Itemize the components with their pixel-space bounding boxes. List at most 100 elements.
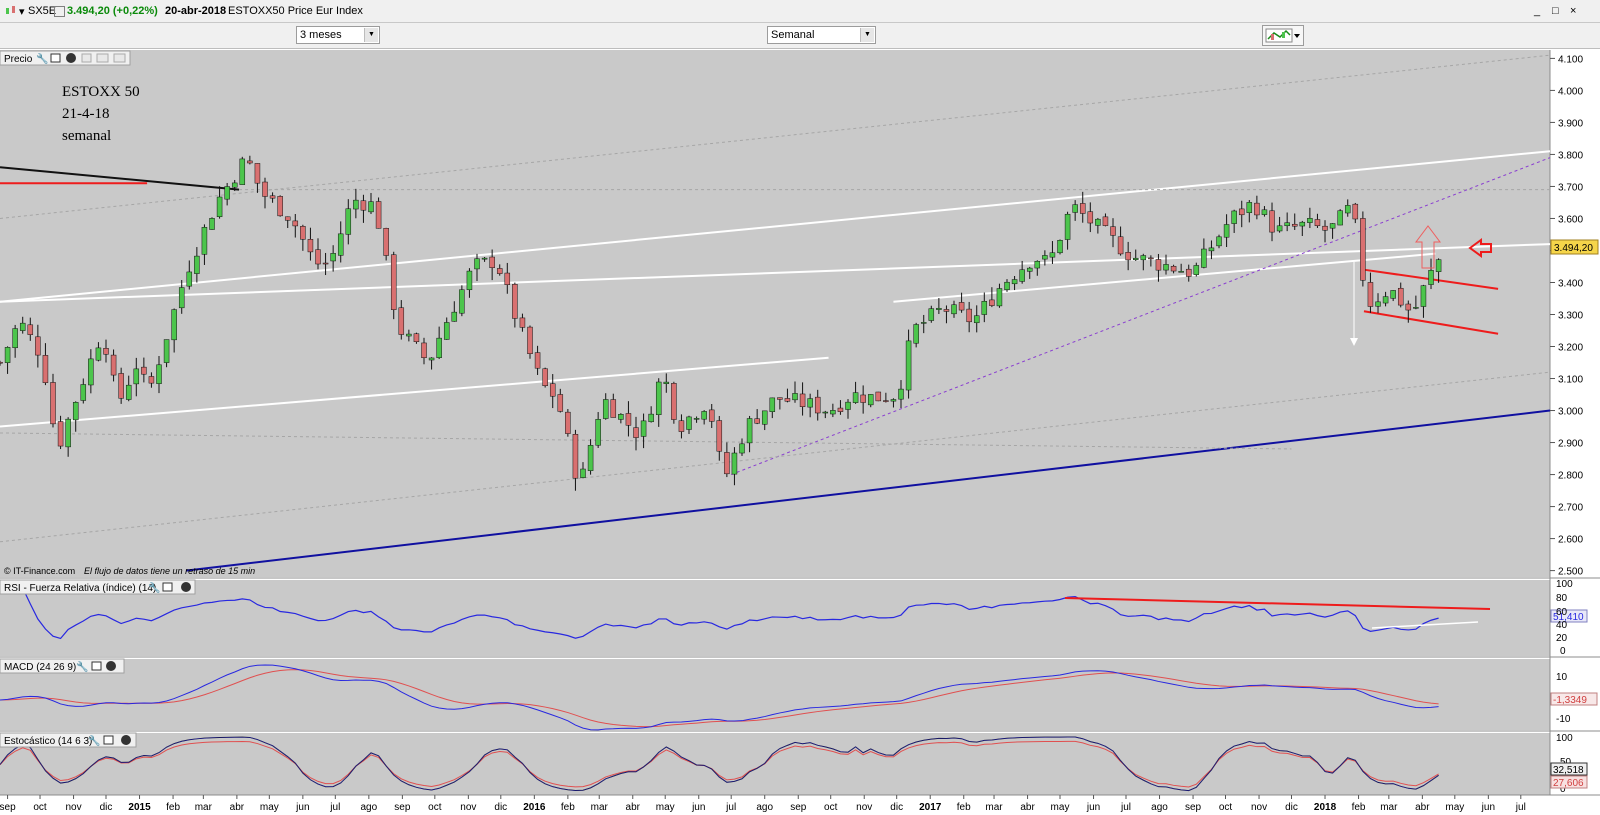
candle-body [701, 411, 707, 420]
candle-body [1019, 269, 1025, 282]
candle-body [12, 328, 18, 349]
candle-body [254, 163, 261, 184]
stoch-panel-bg [0, 733, 1550, 795]
y-tick-label: 3.600 [1558, 214, 1583, 225]
candle-body [519, 317, 526, 328]
candle-body [0, 361, 3, 364]
x-tick-label: 2016 [523, 802, 546, 813]
close-icon[interactable] [121, 735, 131, 745]
window-icon[interactable] [50, 53, 61, 63]
wrench-icon[interactable]: 🔧 [36, 52, 48, 65]
candle-body [178, 287, 185, 309]
candle-body [663, 381, 670, 384]
candle-body [95, 347, 102, 361]
candle-body [57, 421, 64, 447]
rsi-tick: 20 [1556, 633, 1568, 644]
y-tick-label: 3.900 [1558, 118, 1583, 129]
candle-body [527, 326, 533, 355]
candle-body [163, 339, 170, 363]
x-tick-label: may [1051, 802, 1070, 813]
candle-body [814, 396, 821, 414]
y-tick-label: 3.100 [1558, 375, 1583, 386]
x-tick-label: ago [360, 802, 377, 813]
candle-body [1329, 223, 1336, 229]
candle-body [1269, 210, 1275, 233]
candle-body [1246, 202, 1253, 213]
add-icon[interactable] [81, 53, 92, 63]
candle-body [4, 347, 11, 363]
candle-body [315, 249, 321, 265]
candle-body [156, 364, 162, 384]
candle-body [602, 399, 609, 419]
x-tick-label: feb [957, 802, 971, 813]
candle-body [19, 322, 26, 331]
candle-body [300, 226, 306, 240]
x-axis: sep oct nov dic 2015 feb mar abr may jun jul ago sep… [0, 795, 1526, 813]
candle-body [830, 410, 836, 415]
wrench-icon[interactable]: 🔧 [76, 660, 88, 673]
candle-body [1413, 307, 1419, 309]
wrench-icon[interactable]: 🔧 [148, 581, 160, 594]
candle-body [610, 399, 617, 418]
stoch-d-value: 27,606 [1553, 778, 1584, 789]
x-tick-label: ago [1151, 802, 1168, 813]
candle-body [1201, 248, 1207, 268]
x-tick-label: mar [1380, 802, 1398, 813]
candle-body [1291, 223, 1298, 227]
candle-body [769, 397, 776, 412]
candle-body [171, 309, 177, 341]
candle-body [928, 308, 935, 321]
rsi-tick: 0 [1560, 646, 1566, 657]
candle-body [633, 427, 639, 438]
close-icon[interactable] [181, 582, 191, 592]
candle-body [1011, 279, 1018, 285]
y-tick-label: 3.800 [1558, 150, 1583, 161]
y-tick-label: 4.000 [1558, 86, 1583, 97]
x-tick-label: abr [1415, 802, 1430, 813]
candle-body [1178, 271, 1184, 273]
x-tick-label: jun [1086, 802, 1100, 813]
candle-body [724, 452, 730, 475]
y-tick-label: 2.800 [1558, 471, 1583, 482]
candle-body [1185, 268, 1192, 277]
candle-body [852, 392, 859, 403]
candle-body [1140, 255, 1147, 261]
macd-tick: -10 [1556, 714, 1571, 725]
window-icon[interactable] [103, 735, 114, 745]
x-tick-label: mar [985, 802, 1003, 813]
last-price-value: 3.494,20 [1554, 243, 1593, 254]
candle-body [1367, 282, 1374, 307]
x-tick-label: dic [1285, 802, 1298, 813]
candle-body [368, 201, 374, 213]
candle-body [353, 199, 359, 210]
candle-body [337, 233, 344, 256]
y-tick-label: 2.500 [1558, 567, 1583, 578]
close-icon[interactable] [106, 661, 116, 671]
paste-icon[interactable] [113, 53, 126, 63]
close-icon[interactable] [66, 53, 76, 63]
window-icon[interactable] [91, 661, 102, 671]
candle-body [481, 257, 488, 260]
copy-icon[interactable] [96, 53, 109, 63]
candle-body [784, 398, 791, 402]
candle-body [981, 301, 988, 315]
candle-body [224, 186, 230, 200]
candle-body [1057, 240, 1063, 254]
window-icon[interactable] [162, 582, 173, 592]
candle-body [1163, 264, 1169, 271]
candle-body [1042, 255, 1048, 260]
candle-body [1375, 301, 1381, 307]
candle-body [792, 393, 798, 401]
candle-body [413, 333, 420, 342]
wrench-icon[interactable]: 🔧 [88, 734, 100, 747]
candle-body [920, 322, 927, 324]
candle-body [542, 368, 548, 386]
candle-body [1299, 221, 1306, 227]
candle-body [1208, 247, 1215, 252]
y-tick-label: 2.600 [1558, 535, 1583, 546]
candle-body [1428, 270, 1434, 285]
candle-body [1064, 213, 1071, 240]
x-tick-label: nov [460, 802, 476, 813]
candle-body [125, 384, 132, 400]
rsi-tick: 80 [1556, 593, 1568, 604]
